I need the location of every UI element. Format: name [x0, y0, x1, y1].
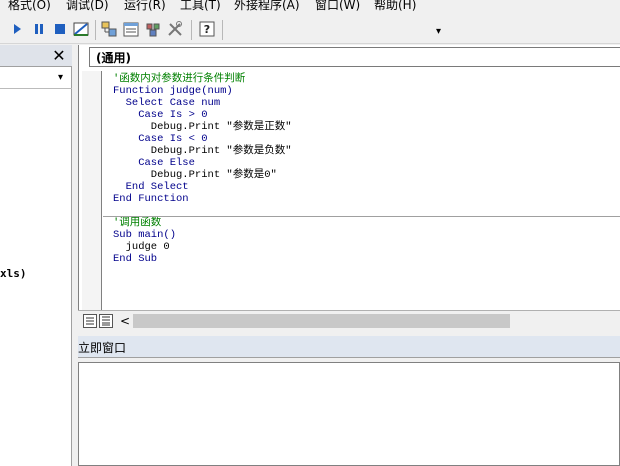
code-line[interactable]: judge 0: [113, 241, 170, 253]
code-line[interactable]: End Function: [113, 193, 189, 205]
procedure-separator: [103, 216, 620, 217]
code-line[interactable]: Case Else: [113, 157, 195, 169]
chevron-down-icon: ▾: [58, 72, 64, 83]
code-line[interactable]: Debug.Print "参数是负数": [113, 145, 292, 157]
object-combo[interactable]: (通用): [89, 47, 620, 67]
stop-icon[interactable]: [51, 20, 69, 38]
project-explorer-titlebar: ✕: [0, 45, 72, 67]
procedure-view-button[interactable]: [83, 314, 97, 328]
project-explorer-panel: ✕ ▾ xls): [0, 45, 72, 466]
menu-addins[interactable]: 外接程序(A): [234, 0, 300, 12]
immediate-window-titlebar: 立即窗口: [78, 336, 620, 358]
code-line[interactable]: Debug.Print "参数是0": [113, 169, 277, 181]
menu-help[interactable]: 帮助(H): [374, 0, 416, 12]
standard-toolbar: ? ▾: [0, 14, 620, 44]
menu-run[interactable]: 运行(R): [124, 0, 166, 12]
code-line[interactable]: End Sub: [113, 253, 157, 265]
code-line[interactable]: Sub main(): [113, 229, 176, 241]
toolbar-overflow-chevron-icon[interactable]: ▾: [436, 26, 441, 37]
menu-debug[interactable]: 调试(D): [66, 0, 109, 12]
code-line[interactable]: Debug.Print "参数是正数": [113, 121, 292, 133]
code-line[interactable]: '调用函数: [113, 217, 161, 229]
code-line[interactable]: Select Case num: [113, 97, 221, 109]
object-combo-value: (通用): [96, 51, 131, 65]
menu-tools[interactable]: 工具(T): [180, 0, 221, 12]
project-explorer-icon[interactable]: [100, 20, 118, 38]
project-tree-item[interactable]: xls): [0, 267, 27, 280]
scroll-left-arrow-icon[interactable]: <: [118, 313, 132, 329]
code-margin-indicator-bar[interactable]: [82, 71, 102, 326]
svg-text:?: ?: [204, 23, 210, 36]
code-line[interactable]: Case Is < 0: [113, 133, 207, 145]
run-icon[interactable]: [8, 20, 26, 38]
code-window-bottom-bar: <: [78, 310, 620, 332]
menu-format[interactable]: 格式(O): [8, 0, 51, 12]
code-editor[interactable]: '函数内对参数进行条件判断 Function judge(num) Select …: [103, 71, 620, 326]
pause-icon[interactable]: [30, 20, 48, 38]
help-icon[interactable]: ?: [198, 20, 216, 38]
properties-icon[interactable]: [122, 20, 140, 38]
code-line[interactable]: '函数内对参数进行条件判断: [113, 73, 245, 85]
code-window: (通用) '函数内对参数进行条件判断 Function judge(num) Se…: [78, 45, 620, 332]
horizontal-scrollbar-thumb[interactable]: [133, 314, 510, 328]
design-mode-icon[interactable]: [72, 20, 90, 38]
object-browser-icon[interactable]: [144, 20, 162, 38]
code-line[interactable]: Case Is > 0: [113, 109, 207, 121]
full-module-view-button[interactable]: [99, 314, 113, 328]
code-line[interactable]: Function judge(num): [113, 85, 233, 97]
close-icon[interactable]: ✕: [50, 47, 68, 65]
menu-window[interactable]: 窗口(W): [315, 0, 360, 12]
immediate-window-title: 立即窗口: [78, 341, 127, 355]
immediate-window-input[interactable]: [78, 362, 620, 466]
code-line[interactable]: End Select: [113, 181, 189, 193]
toolbox-icon[interactable]: [166, 20, 184, 38]
project-dropdown[interactable]: ▾: [0, 71, 72, 89]
menu-bar: 格式(O) 调试(D) 运行(R) 工具(T) 外接程序(A) 窗口(W) 帮助…: [0, 0, 620, 12]
